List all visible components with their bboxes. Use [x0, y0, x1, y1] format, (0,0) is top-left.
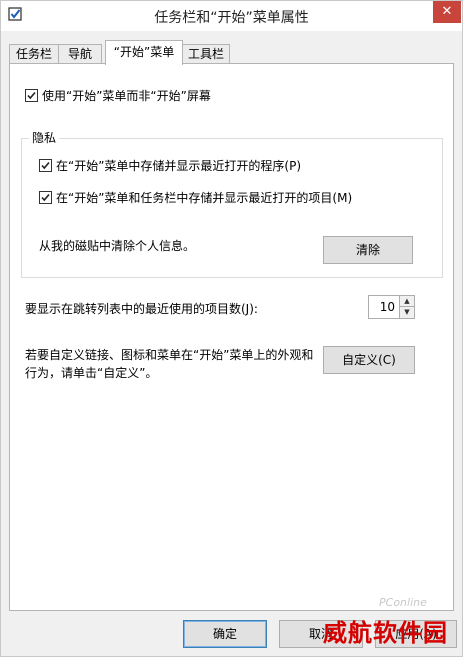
customize-button[interactable]: 自定义(C) [323, 346, 415, 374]
customize-text-line1: 若要自定义链接、图标和菜单在“开始”菜单上的外观和 [25, 348, 314, 362]
close-icon: ✕ [441, 4, 453, 19]
clear-button[interactable]: 清除 [323, 236, 413, 264]
store-items-checkbox[interactable]: 在“开始”菜单和任务栏中存储并显示最近打开的项目(M) [39, 189, 352, 206]
store-items-label: 在“开始”菜单和任务栏中存储并显示最近打开的项目(M) [56, 191, 353, 205]
close-button[interactable]: ✕ [433, 1, 461, 23]
customize-text-line2: 行为，请单击“自定义”。 [25, 366, 158, 380]
privacy-group-title: 隐私 [29, 129, 60, 146]
spin-down-button[interactable]: ▼ [399, 306, 415, 319]
jump-list-label: 要显示在跳转列表中的最近使用的项目数(J): [25, 302, 258, 316]
properties-dialog: 任务栏和“开始”菜单属性 ✕ 任务栏 导航 “开始”菜单 工具栏 使用“开始”菜… [0, 0, 463, 657]
jump-list-count-input[interactable]: 10 [368, 295, 400, 319]
jump-list-count-value: 10 [379, 300, 395, 314]
title-bar[interactable]: 任务栏和“开始”菜单属性 ✕ [1, 1, 462, 31]
chevron-down-icon: ▼ [404, 308, 410, 316]
checkbox-checked-icon [25, 89, 38, 102]
store-programs-checkbox[interactable]: 在“开始”菜单中存储并显示最近打开的程序(P) [39, 157, 301, 174]
tab-taskbar[interactable]: 任务栏 [9, 44, 59, 64]
checkbox-checked-icon [39, 159, 52, 172]
tab-toolbars[interactable]: 工具栏 [182, 44, 230, 64]
site-watermark: 威航软件园 [323, 618, 448, 647]
tab-navigation[interactable]: 导航 [58, 44, 102, 64]
window-title: 任务栏和“开始”菜单属性 [154, 10, 309, 26]
ok-button[interactable]: 确定 [183, 620, 267, 648]
clear-tiles-text: 从我的磁贴中清除个人信息。 [39, 239, 196, 253]
use-start-menu-label: 使用“开始”菜单而非“开始”屏幕 [42, 89, 211, 103]
use-start-menu-checkbox[interactable]: 使用“开始”菜单而非“开始”屏幕 [25, 87, 211, 104]
store-programs-label: 在“开始”菜单中存储并显示最近打开的程序(P) [56, 159, 302, 173]
pconline-watermark: PConline [379, 596, 427, 609]
checkbox-checked-icon [39, 191, 52, 204]
tab-start-menu[interactable]: “开始”菜单 [105, 40, 183, 65]
chevron-up-icon: ▲ [404, 297, 410, 305]
